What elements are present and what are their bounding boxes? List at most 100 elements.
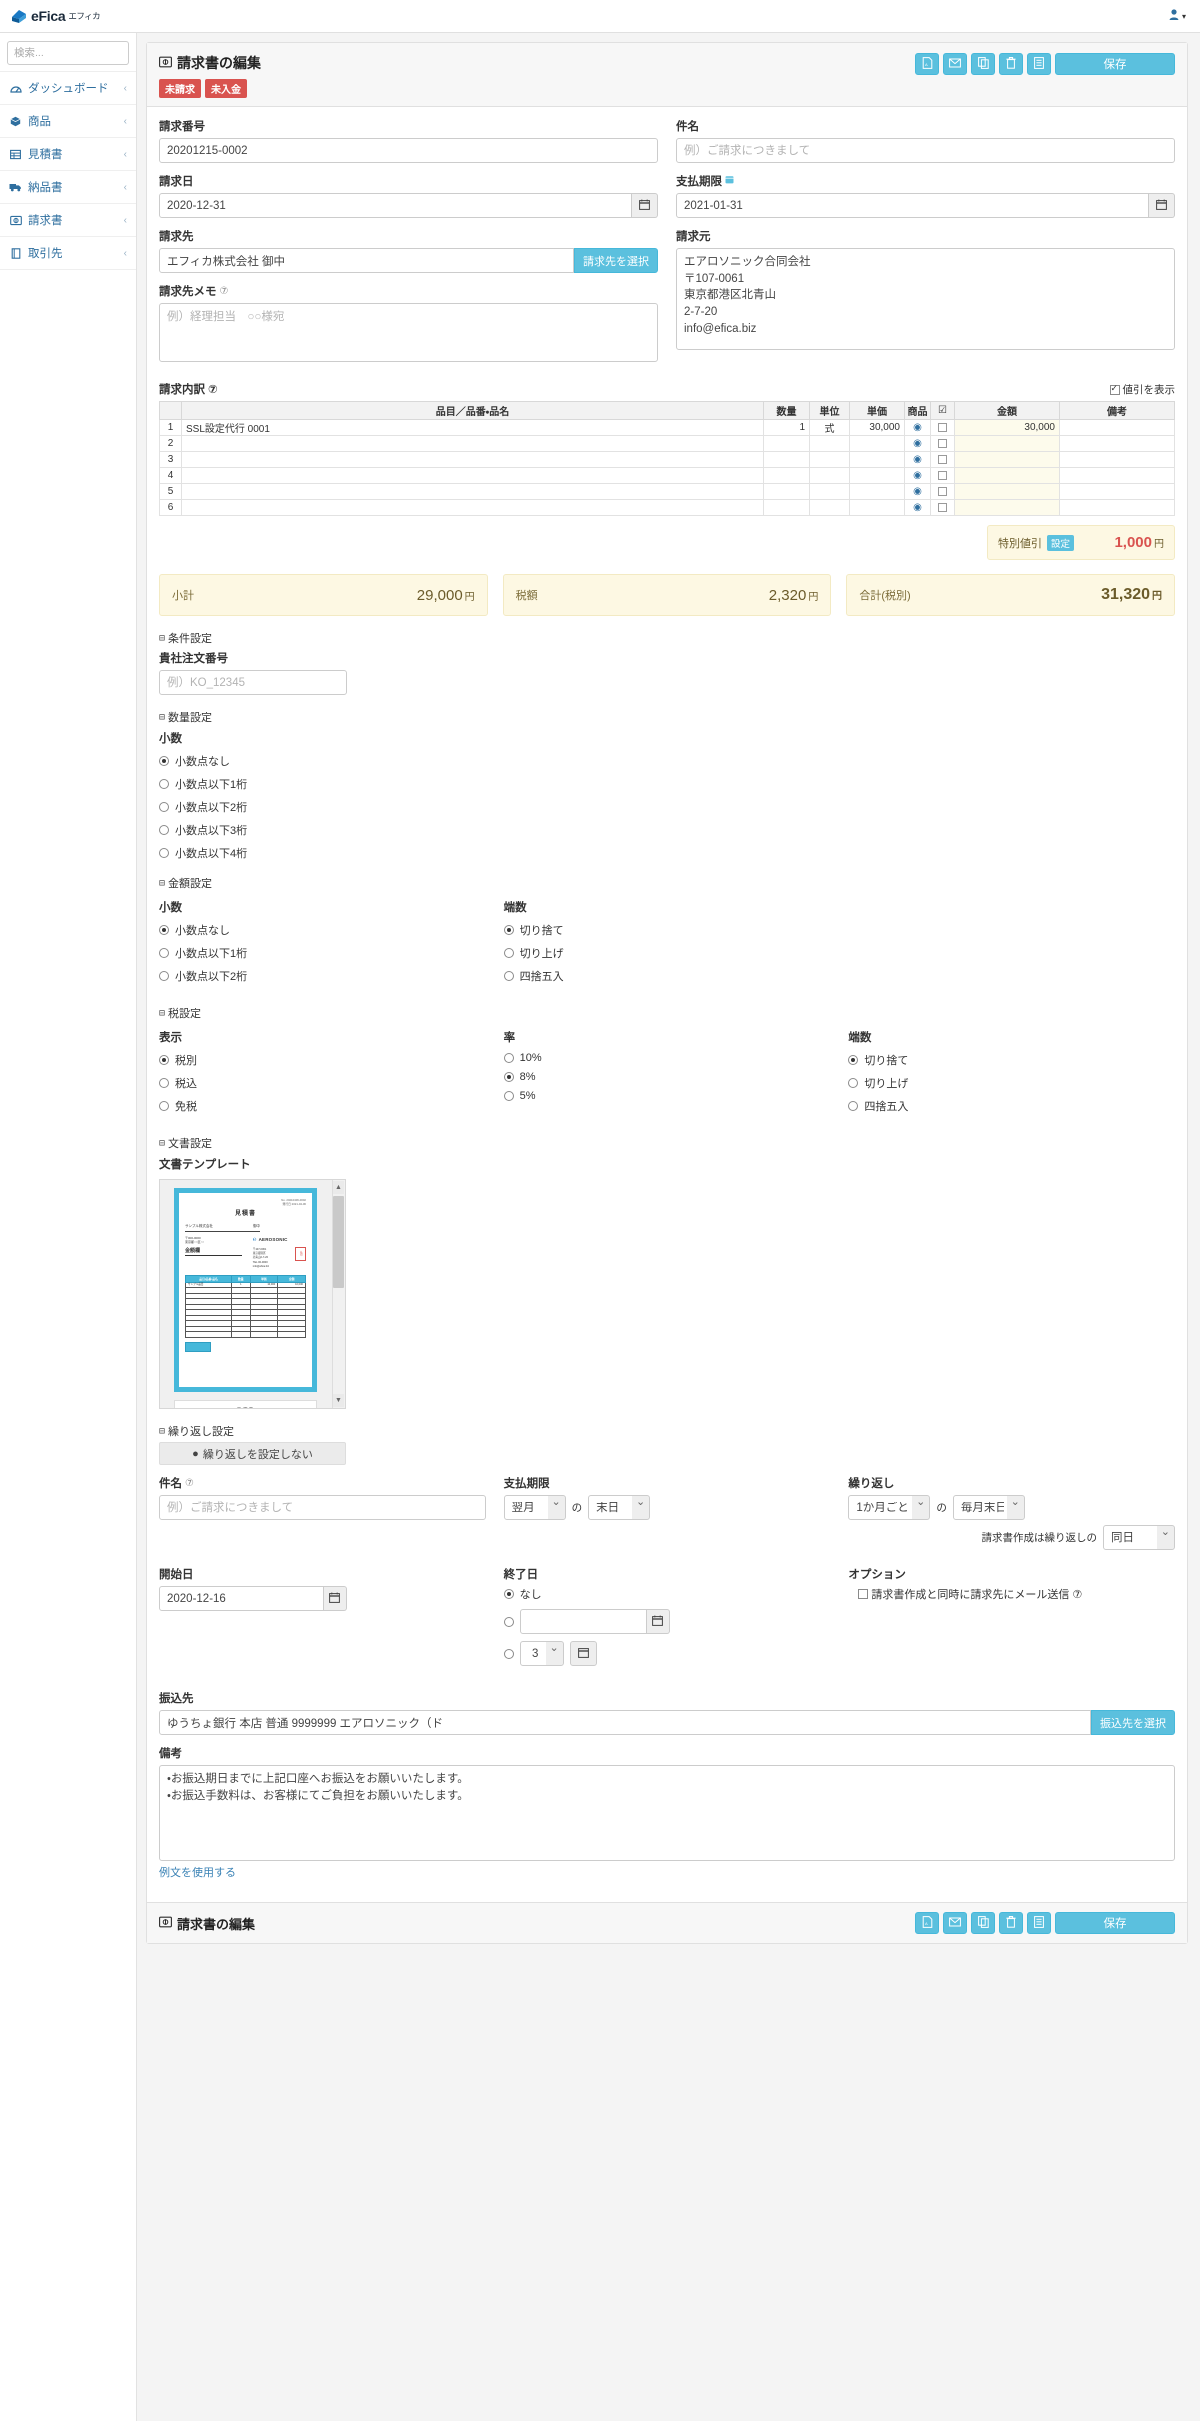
repeat-settings-section-header[interactable]: ⊟ 繰り返し設定 [159, 1423, 1175, 1439]
doc-template-scroller[interactable]: No. 20210406-0002 発行日 2021-04-06 見積書 サンプ… [159, 1179, 346, 1409]
row-note[interactable] [1059, 499, 1175, 516]
due-date-input[interactable] [676, 193, 1150, 218]
row-checkbox[interactable] [930, 467, 955, 484]
row-price[interactable] [849, 467, 905, 484]
qty-settings-section-header[interactable]: ⊟ 数量設定 [159, 709, 1175, 725]
doc-settings-section-header[interactable]: ⊟ 文書設定 [159, 1135, 1175, 1151]
end-count-calendar-button[interactable] [569, 1641, 597, 1666]
row-unit[interactable] [809, 467, 850, 484]
help-icon[interactable]: ⑦ [208, 382, 218, 396]
row-checkbox[interactable] [930, 499, 955, 516]
row-goods-button[interactable]: ◉ [904, 499, 931, 516]
row-unit[interactable] [809, 435, 850, 452]
save-button[interactable]: 保存 [1055, 53, 1175, 75]
repeat-create-day-select[interactable]: 同日 [1103, 1525, 1176, 1550]
help-icon[interactable]: ⑦ [185, 1478, 194, 1489]
row-name[interactable] [181, 451, 764, 468]
row-unit[interactable]: 式 [809, 419, 850, 436]
row-goods-button[interactable]: ◉ [904, 419, 931, 436]
radio-qty-4[interactable]: 小数点以下4桁 [159, 845, 1175, 861]
bill-to-input[interactable] [159, 248, 574, 273]
end-date-calendar-button[interactable] [647, 1609, 670, 1634]
pdf-button[interactable]: A [915, 1912, 939, 1934]
conditions-section-header[interactable]: ⊟ 条件設定 [159, 630, 1175, 646]
table-row[interactable]: 4 ◉ [159, 467, 1175, 484]
bill-from-textarea[interactable]: エアロソニック合同会社 〒107-0061 東京都港区北青山 2-7-20 in… [676, 248, 1175, 350]
row-checkbox[interactable] [930, 419, 955, 436]
col-check[interactable]: ☑ [930, 401, 955, 420]
remarks-textarea[interactable]: ・お振込期日までに上記口座へお振込をお願いいたします。 ・お振込手数料は、お客様… [159, 1765, 1175, 1861]
invoice-date-calendar-button[interactable] [632, 193, 658, 218]
row-name[interactable] [181, 483, 764, 500]
radio-tax-rate-0[interactable]: 10% [503, 1052, 831, 1064]
radio-tax-disp-1[interactable]: 税込 [159, 1075, 486, 1091]
repeat-day-select[interactable]: 毎月末日 [952, 1495, 1025, 1520]
row-qty[interactable] [763, 435, 810, 452]
row-unit[interactable] [809, 499, 850, 516]
radio-amt-round-1[interactable]: 切り上げ [503, 945, 831, 961]
row-unit[interactable] [809, 451, 850, 468]
help-icon[interactable]: ⑦ [1072, 1588, 1082, 1601]
sidebar-item-delivery[interactable]: 納品書 ‹ [0, 171, 136, 204]
table-row[interactable]: 1 SSL設定代行 0001 1 式 30,000 ◉ 30,000 [159, 419, 1175, 436]
sidebar-item-quotation[interactable]: 見積書 ‹ [0, 138, 136, 171]
radio-amt-round-2[interactable]: 四捨五入 [503, 968, 831, 984]
search-input[interactable] [8, 42, 128, 64]
radio-qty-1[interactable]: 小数点以下1桁 [159, 776, 1175, 792]
row-unit[interactable] [809, 483, 850, 500]
end-count-select[interactable]: 3 [519, 1641, 564, 1666]
row-goods-button[interactable]: ◉ [904, 435, 931, 452]
radio-qty-2[interactable]: 小数点以下2桁 [159, 799, 1175, 815]
brand-logo-group[interactable]: eFica エフィカ [10, 8, 101, 24]
row-qty[interactable] [763, 467, 810, 484]
radio-tax-disp-2[interactable]: 免税 [159, 1098, 486, 1114]
radio-qty-0[interactable]: 小数点なし [159, 753, 1175, 769]
table-row[interactable]: 2 ◉ [159, 435, 1175, 452]
radio-amt-round-0[interactable]: 切り捨て [503, 922, 831, 938]
radio-end-count-icon[interactable] [503, 1648, 514, 1659]
help-icon[interactable]: ⑦ [220, 286, 229, 297]
radio-tax-round-0[interactable]: 切り捨て [848, 1052, 1175, 1068]
doc-template-preview-next[interactable]: 見積書 サンプル株式会社 [174, 1400, 317, 1408]
amount-settings-section-header[interactable]: ⊟ 金額設定 [159, 875, 1175, 891]
user-menu[interactable]: ▾ [1169, 9, 1186, 23]
select-bill-to-button[interactable]: 請求先を選択 [574, 248, 658, 273]
option-mail-checkbox[interactable]: 請求書作成と同時に請求先にメール送信 ⑦ [848, 1586, 1175, 1602]
row-qty[interactable]: 1 [763, 419, 810, 436]
repeat-disabled-tab[interactable]: ● 繰り返しを設定しない [159, 1442, 346, 1465]
start-date-input[interactable] [159, 1586, 324, 1611]
row-checkbox[interactable] [930, 483, 955, 500]
due-date-calendar-button[interactable] [1149, 193, 1175, 218]
pdf-button[interactable]: A [915, 53, 939, 75]
row-goods-button[interactable]: ◉ [904, 467, 931, 484]
row-checkbox[interactable] [930, 451, 955, 468]
row-checkbox[interactable] [930, 435, 955, 452]
row-goods-button[interactable]: ◉ [904, 483, 931, 500]
use-example-link[interactable]: 例文を使用する [159, 1867, 236, 1879]
subject-input[interactable] [676, 138, 1175, 163]
radio-end-date-icon[interactable] [503, 1616, 514, 1627]
special-discount-setting-button[interactable]: 設定 [1047, 534, 1075, 551]
radio-tax-rate-2[interactable]: 5% [503, 1090, 831, 1102]
bank-input[interactable] [159, 1710, 1091, 1735]
table-row[interactable]: 6 ◉ [159, 499, 1175, 516]
row-price[interactable] [849, 483, 905, 500]
row-price[interactable]: 30,000 [849, 419, 905, 436]
save-button[interactable]: 保存 [1055, 1912, 1175, 1934]
scrollbar-thumb[interactable] [333, 1196, 344, 1288]
radio-end-none[interactable]: なし [503, 1586, 831, 1602]
repeat-subject-input[interactable] [159, 1495, 486, 1520]
row-price[interactable] [849, 435, 905, 452]
row-qty[interactable] [763, 451, 810, 468]
delete-button[interactable] [999, 1912, 1023, 1934]
row-note[interactable] [1059, 419, 1175, 436]
row-name[interactable] [181, 467, 764, 484]
row-qty[interactable] [763, 499, 810, 516]
invoice-no-input[interactable] [159, 138, 658, 163]
mail-button[interactable] [943, 1912, 967, 1934]
copy-button[interactable] [971, 53, 995, 75]
row-name[interactable] [181, 435, 764, 452]
template-scrollbar[interactable]: ▲ ▼ [332, 1180, 345, 1408]
bill-to-memo-textarea[interactable] [159, 303, 658, 362]
select-bank-button[interactable]: 振込先を選択 [1091, 1710, 1175, 1735]
